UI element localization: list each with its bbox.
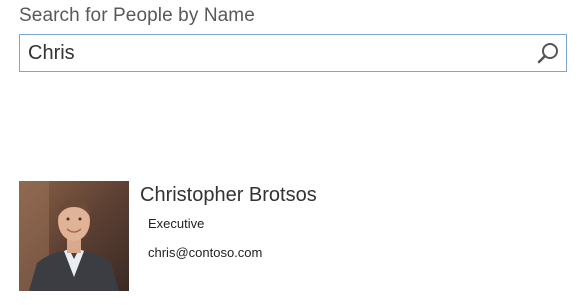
avatar[interactable]	[19, 181, 129, 291]
search-box	[19, 34, 567, 72]
person-result[interactable]: Christopher Brotsos Executive chris@cont…	[19, 181, 559, 291]
search-button[interactable]	[534, 39, 562, 67]
search-icon	[537, 43, 558, 64]
person-title: Executive	[148, 216, 205, 231]
person-email[interactable]: chris@contoso.com	[148, 245, 262, 260]
person-name[interactable]: Christopher Brotsos	[140, 184, 317, 207]
person-photo	[19, 181, 129, 291]
search-input[interactable]	[20, 35, 528, 71]
search-label: Search for People by Name	[19, 5, 255, 26]
